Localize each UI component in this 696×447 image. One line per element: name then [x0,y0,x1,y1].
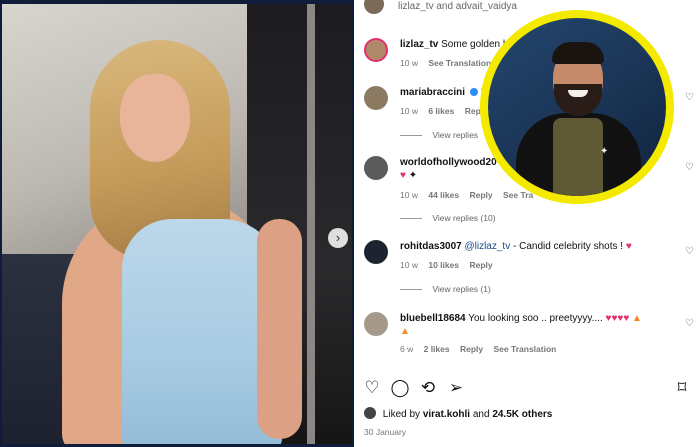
comment-age: 10 w [400,106,418,116]
avatar[interactable] [364,86,388,110]
likes-prefix: Liked by [382,409,421,420]
replies-divider [400,289,422,291]
portrait-beard [554,84,602,116]
view-replies-label: View replies (1) [432,284,491,294]
comment-username[interactable]: bluebell18684 [400,313,466,324]
reply-button[interactable]: Reply [469,260,492,270]
likes-summary: Liked by virat.kohli and 24.5K others [364,407,552,420]
comment-likes[interactable]: 2 likes [424,344,450,354]
avatar[interactable] [364,0,384,14]
comment-age: 10 w [400,190,418,200]
avatar[interactable] [364,38,388,62]
fire-emoji-icon: ▲ [400,326,410,337]
likes-conjunction: and [472,409,490,420]
overlay-portrait: ✦ [480,10,674,204]
fire-emoji-icon: ▲ [632,313,642,324]
comment-username[interactable]: lizlaz_tv [400,39,438,50]
liked-by-user[interactable]: virat.kohli [423,409,470,420]
like-comment-icon[interactable]: ♡ [685,318,694,329]
comment-mention[interactable]: @lizlaz_tv [464,241,510,252]
reply-button[interactable]: Reply [469,190,492,200]
post-date: 30 January [364,427,407,437]
comment-username[interactable]: worldofhollywood20 [400,157,497,168]
portrait-shirt [553,118,603,196]
like-comment-icon[interactable]: ♡ [685,162,694,173]
post-actions-bar: ♡ ◯ ⟲ ➢ ⌑ [354,378,696,402]
post-header-text[interactable]: lizlaz_tv and advait_vaidya [398,1,517,12]
comment-username[interactable]: rohitdas3007 [400,241,462,252]
comment-text: rohitdas3007 @lizlaz_tv - Candid celebri… [400,240,690,253]
repost-icon[interactable]: ⟲ [418,378,438,398]
avatar[interactable] [364,156,388,180]
avatar[interactable] [364,407,376,419]
comment-meta: 10 w 10 likes Reply [400,260,501,270]
comment-age: 10 w [400,58,418,68]
bookmark-icon[interactable]: ⌑ [672,378,692,398]
verified-badge-icon [469,88,478,96]
comment-age: 6 w [400,344,414,354]
heart-emoji-icon: ♥ [400,170,406,181]
view-replies-button[interactable]: View replies [400,130,478,140]
brand-logo-icon: ✦ [600,146,609,157]
like-comment-icon[interactable]: ♡ [685,92,694,103]
see-translation-link[interactable]: See Translation [494,344,557,354]
photo-window-frame [307,4,315,444]
heart-icon[interactable]: ♡ [362,378,382,398]
portrait-hair [552,42,604,64]
comment-likes[interactable]: 6 likes [428,106,454,116]
avatar[interactable] [364,312,388,336]
view-replies-button[interactable]: View replies (1) [400,284,491,294]
share-icon[interactable]: ➢ [446,378,466,398]
see-translation-link[interactable]: See Translation [428,58,491,68]
overlay-portrait-photo: ✦ [488,18,666,196]
replies-divider [400,135,422,137]
comment-content: - Candid celebrity shots ! [512,241,624,252]
like-comment-icon[interactable]: ♡ [685,246,694,257]
screenshot-frame: › lizlaz_tv and advait_vaidya lizlaz_tv … [0,0,696,447]
heart-emoji-icon: ♥♥♥♥ [605,313,630,324]
post-header: lizlaz_tv and advait_vaidya [354,0,696,16]
comment-content: You looking soo .. preetyyyy.... [468,313,603,324]
avatar[interactable] [364,240,388,264]
comment-icon[interactable]: ◯ [390,378,410,398]
comment-text: bluebell18684 You looking soo .. preetyy… [400,312,690,338]
comment-username[interactable]: mariabraccini [400,87,465,98]
heart-emoji-icon: ♥ [625,241,632,252]
comment-meta: 10 w See Translation [400,58,499,68]
comment-meta: 6 w 2 likes Reply See Translation [400,344,564,354]
sparkle-emoji-icon: ✦ [408,170,418,181]
chevron-right-icon: › [335,230,341,245]
comment-likes[interactable]: 10 likes [428,260,459,270]
view-replies-label: View replies [432,130,479,140]
reply-button[interactable]: Reply [460,344,483,354]
photo-person-arm [257,219,302,439]
photo-person-face [120,74,190,162]
comment-age: 10 w [400,260,418,270]
view-replies-button[interactable]: View replies (10) [400,213,496,223]
next-image-button[interactable]: › [328,228,348,248]
replies-divider [400,218,422,220]
view-replies-label: View replies (10) [432,213,496,223]
post-photo: › [2,4,352,444]
comment-likes[interactable]: 44 likes [428,190,459,200]
likes-count[interactable]: 24.5K others [492,409,552,420]
